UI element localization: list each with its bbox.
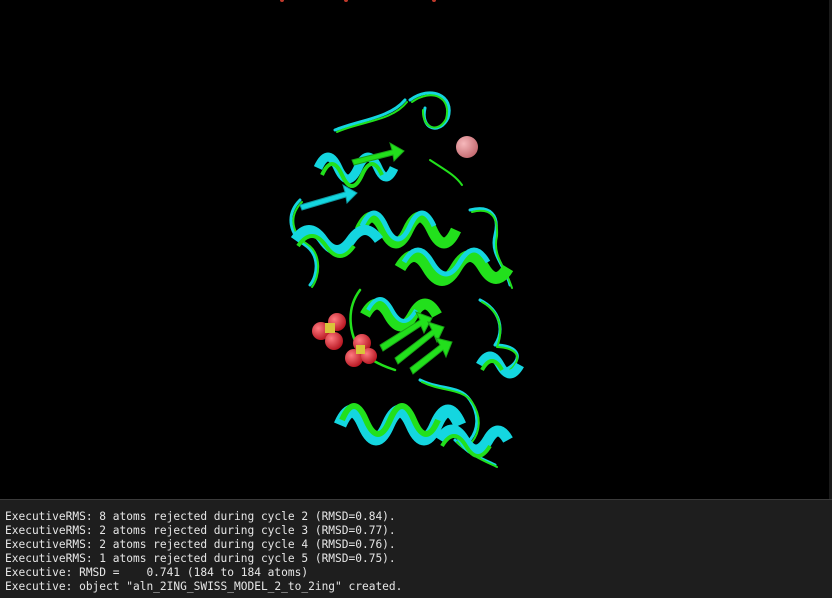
console-line: Executive: object "aln_2ING_SWISS_MODEL_…	[5, 580, 403, 594]
console-line: ExecutiveRMS: 8 atoms rejected during cy…	[5, 510, 396, 523]
console-line: ExecutiveRMS: 2 atoms rejected during cy…	[5, 538, 396, 552]
pymol-window: ExecutiveRMS: 8 atoms rejected during cy…	[0, 0, 832, 598]
console-line: ExecutiveRMS: 2 atoms rejected during cy…	[5, 524, 396, 538]
console-line: Executive: RMSD = 0.741 (184 to 184 atom…	[5, 566, 309, 580]
console-log: ExecutiveRMS: 8 atoms rejected during cy…	[0, 500, 832, 595]
molecular-viewer[interactable]	[0, 0, 832, 499]
console-line: ExecutiveRMS: 1 atoms rejected during cy…	[5, 552, 396, 566]
ion-sphere	[456, 136, 478, 158]
protein-cartoon[interactable]	[0, 0, 832, 499]
output-console[interactable]: ExecutiveRMS: 8 atoms rejected during cy…	[0, 499, 832, 598]
